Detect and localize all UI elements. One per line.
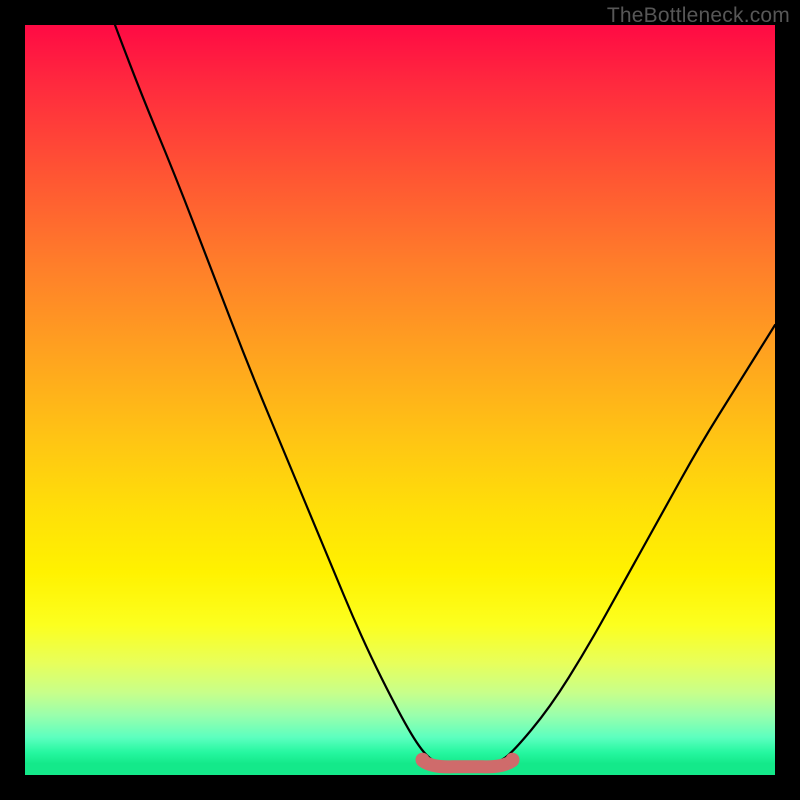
flat-bottom-endpoint-left (416, 753, 430, 767)
flat-bottom-endpoint-right (506, 753, 520, 767)
chart-stage: TheBottleneck.com (0, 0, 800, 800)
flat-bottom-highlight (423, 761, 513, 767)
watermark-text: TheBottleneck.com (607, 4, 790, 28)
plot-area (25, 25, 775, 775)
curve-line (115, 25, 775, 766)
bottleneck-curve (25, 25, 775, 775)
